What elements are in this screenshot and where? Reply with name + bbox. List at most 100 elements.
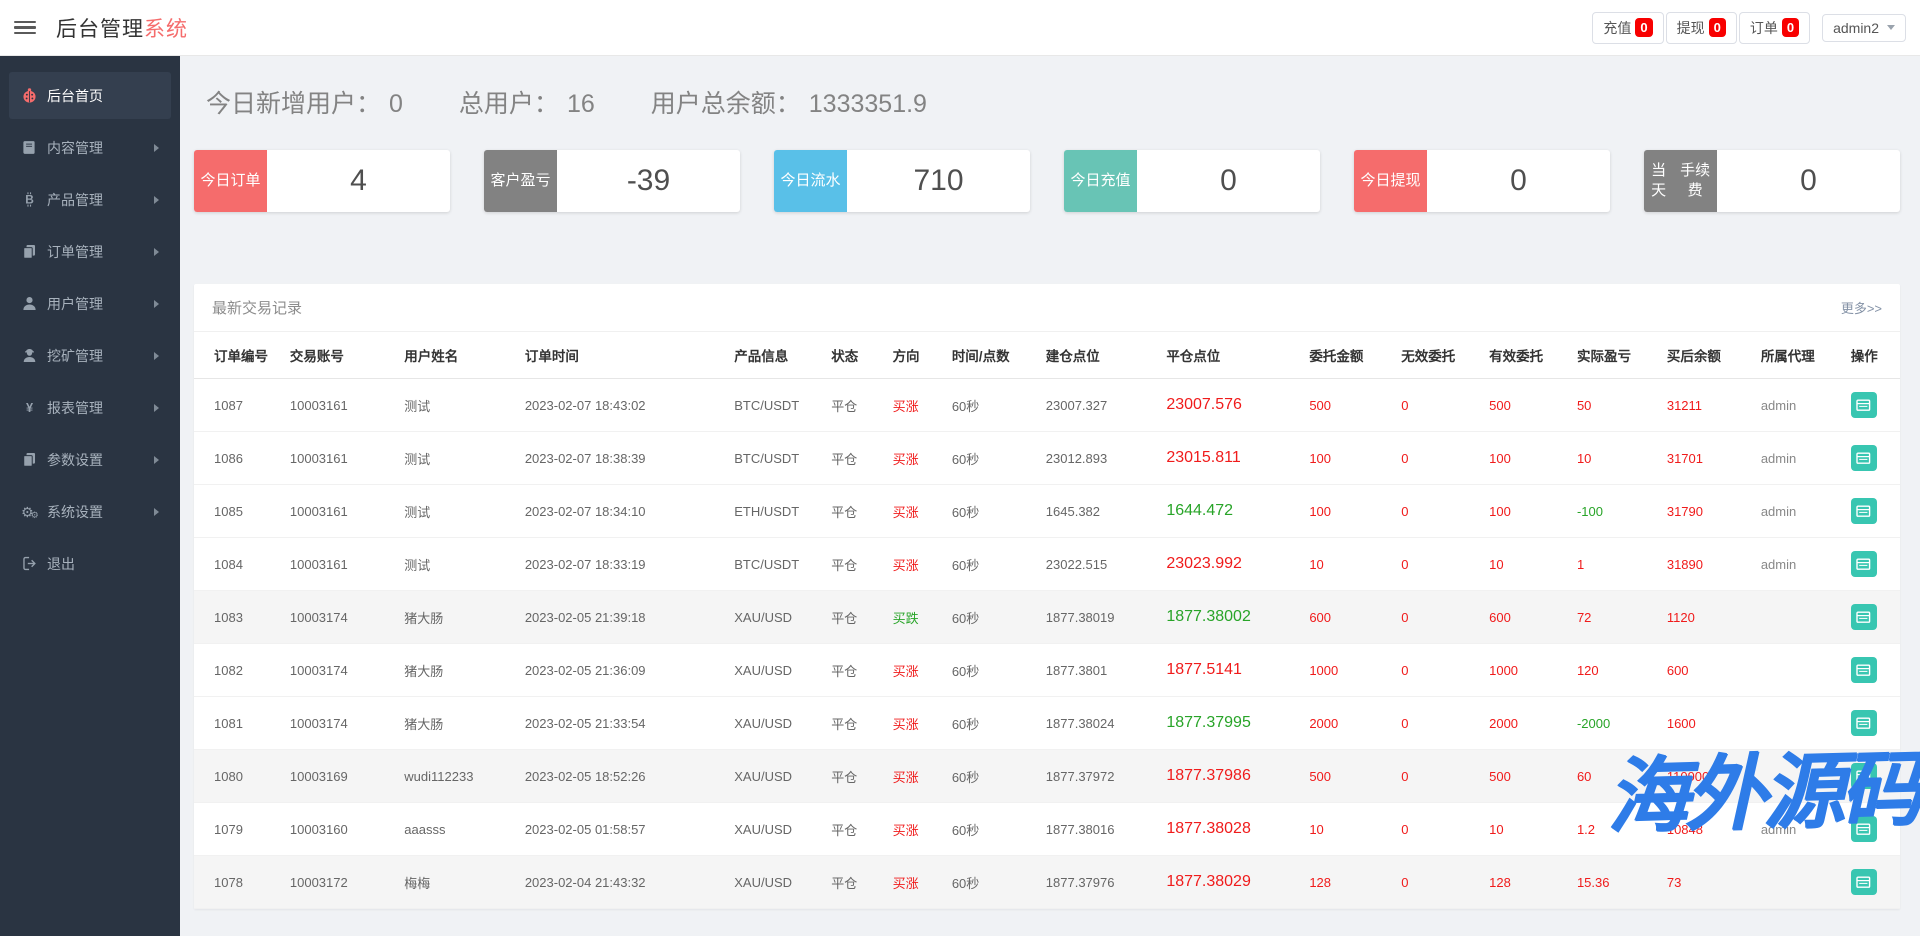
cell-id: 1078 — [194, 856, 284, 909]
card-label: 今日流水 — [774, 150, 847, 212]
sidebar-item-后台首页[interactable]: 后台首页 — [9, 72, 171, 119]
cell-status: 平仓 — [825, 538, 886, 591]
cell-id: 1084 — [194, 538, 284, 591]
cell-product: XAU/USD — [728, 644, 825, 697]
cell-valid: 10 — [1483, 538, 1571, 591]
cell-status: 平仓 — [825, 432, 886, 485]
cell-period: 60秒 — [946, 803, 1040, 856]
cell-open: 1877.38024 — [1040, 697, 1161, 750]
cell-product: ETH/USDT — [728, 485, 825, 538]
summary-stat: 用户总余额：1333351.9 — [651, 84, 927, 120]
cell-valid: 100 — [1483, 485, 1571, 538]
sidebar-item-label: 内容管理 — [47, 138, 103, 158]
cell-direction: 买涨 — [887, 697, 946, 750]
cell-close: 23007.576 — [1160, 379, 1303, 432]
cell-period: 60秒 — [946, 538, 1040, 591]
column-header-close: 平仓点位 — [1160, 332, 1303, 379]
sidebar-item-label: 产品管理 — [47, 190, 103, 210]
nav-button-订单[interactable]: 订单0 — [1739, 12, 1810, 44]
cell-account: 10003172 — [284, 856, 398, 909]
nav-button-提现[interactable]: 提现0 — [1666, 12, 1737, 44]
cell-agent — [1755, 856, 1845, 909]
file-icon — [21, 451, 47, 468]
sidebar-item-报表管理[interactable]: ¥报表管理 — [9, 384, 171, 431]
order-detail-button[interactable] — [1851, 869, 1877, 895]
cell-close: 23023.992 — [1160, 538, 1303, 591]
cell-product: XAU/USD — [728, 803, 825, 856]
miner-icon — [21, 347, 47, 364]
order-detail-button[interactable] — [1851, 763, 1877, 789]
card-value: 0 — [1137, 150, 1320, 212]
cell-account: 10003160 — [284, 803, 398, 856]
cell-agent: admin — [1755, 803, 1845, 856]
cell-valid: 128 — [1483, 856, 1571, 909]
stat-value: 16 — [567, 90, 595, 118]
app-title-main: 后台管理 — [56, 18, 144, 41]
sidebar-item-label: 退出 — [47, 554, 75, 574]
cell-product: XAU/USD — [728, 697, 825, 750]
sidebar-item-产品管理[interactable]: B产品管理 — [9, 176, 171, 223]
user-icon — [21, 295, 47, 312]
cell-amount: 2000 — [1303, 697, 1395, 750]
cell-action — [1845, 379, 1900, 432]
list-icon — [1856, 876, 1871, 889]
cell-action — [1845, 750, 1900, 803]
cell-amount: 10 — [1303, 538, 1395, 591]
cell-id: 1080 — [194, 750, 284, 803]
cell-amount: 500 — [1303, 750, 1395, 803]
order-detail-button[interactable] — [1851, 710, 1877, 736]
user-menu-dropdown[interactable]: admin2 — [1822, 14, 1906, 42]
count-badge: 0 — [1709, 18, 1726, 37]
cell-amount: 100 — [1303, 485, 1395, 538]
cell-open: 1877.3801 — [1040, 644, 1161, 697]
cell-agent — [1755, 697, 1845, 750]
order-detail-button[interactable] — [1851, 498, 1877, 524]
stat-card-今日提现: 今日提现0 — [1354, 150, 1610, 212]
list-icon — [1856, 452, 1871, 465]
column-header-period: 时间/点数 — [946, 332, 1040, 379]
order-detail-button[interactable] — [1851, 657, 1877, 683]
cell-direction: 买涨 — [887, 379, 946, 432]
order-detail-button[interactable] — [1851, 551, 1877, 577]
order-detail-button[interactable] — [1851, 445, 1877, 471]
cell-profit: 120 — [1571, 644, 1661, 697]
cell-direction: 买涨 — [887, 485, 946, 538]
cell-close: 1877.37995 — [1160, 697, 1303, 750]
sidebar-item-参数设置[interactable]: 参数设置 — [9, 436, 171, 483]
sidebar-item-label: 挖矿管理 — [47, 346, 103, 366]
cell-direction: 买涨 — [887, 856, 946, 909]
cell-account: 10003161 — [284, 379, 398, 432]
stat-label: 用户总余额： — [651, 90, 801, 118]
cell-close: 1644.472 — [1160, 485, 1303, 538]
list-icon — [1856, 558, 1871, 571]
card-label: 今日提现 — [1354, 150, 1427, 212]
list-icon — [1856, 770, 1871, 783]
bug-icon — [21, 87, 47, 104]
sidebar-item-系统设置[interactable]: ⚙⚙系统设置 — [9, 488, 171, 535]
cell-product: XAU/USD — [728, 856, 825, 909]
hamburger-menu-icon[interactable] — [14, 21, 36, 35]
cell-time: 2023-02-07 18:34:10 — [519, 485, 728, 538]
book-icon — [21, 139, 47, 156]
cell-amount: 1000 — [1303, 644, 1395, 697]
more-link[interactable]: 更多>> — [1841, 298, 1882, 317]
cell-valid: 10 — [1483, 803, 1571, 856]
cell-name: 测试 — [398, 432, 519, 485]
order-detail-button[interactable] — [1851, 392, 1877, 418]
nav-button-充值[interactable]: 充值0 — [1592, 12, 1663, 44]
sidebar-item-用户管理[interactable]: 用户管理 — [9, 280, 171, 327]
table-row: 108410003161测试2023-02-07 18:33:19BTC/USD… — [194, 538, 1900, 591]
cell-name: 测试 — [398, 485, 519, 538]
sidebar-item-退出[interactable]: 退出 — [9, 540, 171, 587]
cell-agent: admin — [1755, 538, 1845, 591]
sidebar-item-订单管理[interactable]: 订单管理 — [9, 228, 171, 275]
chevron-right-icon — [154, 508, 159, 516]
stat-label: 今日新增用户： — [206, 90, 381, 118]
sidebar-item-挖矿管理[interactable]: 挖矿管理 — [9, 332, 171, 379]
sidebar-item-内容管理[interactable]: 内容管理 — [9, 124, 171, 171]
cell-time: 2023-02-05 21:33:54 — [519, 697, 728, 750]
summary-stat: 今日新增用户：0 — [206, 84, 403, 120]
order-detail-button[interactable] — [1851, 816, 1877, 842]
stat-label: 总用户： — [459, 90, 559, 118]
order-detail-button[interactable] — [1851, 604, 1877, 630]
